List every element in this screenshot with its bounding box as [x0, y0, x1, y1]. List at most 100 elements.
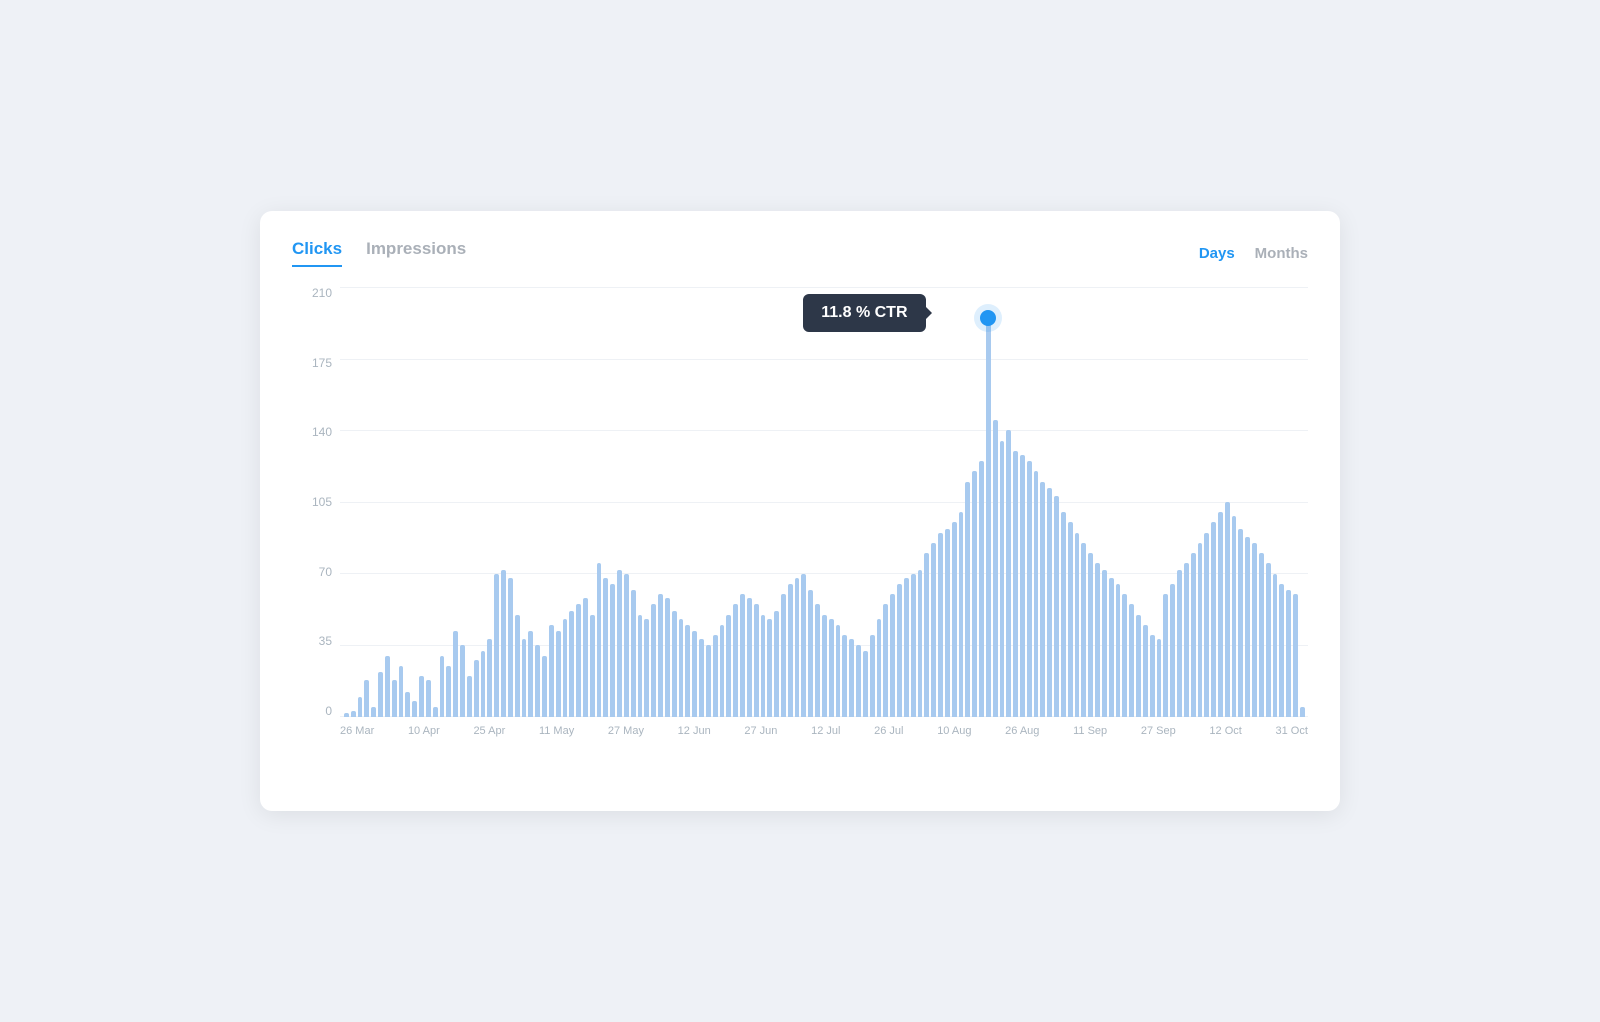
- bar[interactable]: [467, 676, 472, 717]
- bar[interactable]: [617, 570, 622, 717]
- bar[interactable]: [795, 578, 800, 717]
- bar[interactable]: [576, 604, 581, 717]
- bar[interactable]: [904, 578, 909, 717]
- bar[interactable]: [364, 680, 369, 717]
- bar[interactable]: [631, 590, 636, 717]
- bar[interactable]: [658, 594, 663, 717]
- bar[interactable]: [952, 522, 957, 717]
- bar[interactable]: [911, 574, 916, 717]
- bar[interactable]: [358, 697, 363, 717]
- bar[interactable]: [371, 707, 376, 717]
- bar[interactable]: [474, 660, 479, 717]
- bar[interactable]: [801, 574, 806, 717]
- bar[interactable]: [1218, 512, 1223, 717]
- bar[interactable]: [993, 420, 998, 717]
- bar[interactable]: [549, 625, 554, 717]
- bar[interactable]: [699, 639, 704, 717]
- bar[interactable]: [945, 529, 950, 717]
- bar[interactable]: [1252, 543, 1257, 717]
- bar[interactable]: [1006, 430, 1011, 717]
- bar[interactable]: [788, 584, 793, 717]
- bar[interactable]: [679, 619, 684, 717]
- bar[interactable]: [1068, 522, 1073, 717]
- bar[interactable]: [515, 615, 520, 717]
- bar[interactable]: [1013, 451, 1018, 717]
- bar[interactable]: [385, 656, 390, 717]
- bar[interactable]: [842, 635, 847, 717]
- bar[interactable]: [897, 584, 902, 717]
- bar[interactable]: [1286, 590, 1291, 717]
- bar[interactable]: [405, 692, 410, 717]
- bar[interactable]: [1170, 584, 1175, 717]
- bar[interactable]: [713, 635, 718, 717]
- bar[interactable]: [1184, 563, 1189, 717]
- bar[interactable]: [1177, 570, 1182, 717]
- bar[interactable]: [1300, 707, 1305, 717]
- bar[interactable]: [1198, 543, 1203, 717]
- bar[interactable]: [1266, 563, 1271, 717]
- bar[interactable]: [1081, 543, 1086, 717]
- bar[interactable]: [747, 598, 752, 717]
- bar[interactable]: [692, 631, 697, 717]
- bar[interactable]: [563, 619, 568, 717]
- bar[interactable]: [440, 656, 445, 717]
- bar[interactable]: [638, 615, 643, 717]
- bar[interactable]: [1245, 537, 1250, 717]
- bar[interactable]: [938, 533, 943, 717]
- bar[interactable]: [665, 598, 670, 717]
- bar[interactable]: [815, 604, 820, 717]
- bar[interactable]: [685, 625, 690, 717]
- bar[interactable]: [412, 701, 417, 717]
- bar[interactable]: [1204, 533, 1209, 717]
- tab-impressions[interactable]: Impressions: [366, 239, 466, 267]
- bar[interactable]: [1232, 516, 1237, 717]
- bar[interactable]: [1211, 522, 1216, 717]
- bar[interactable]: [378, 672, 383, 717]
- bar[interactable]: [556, 631, 561, 717]
- bar[interactable]: [808, 590, 813, 717]
- bar[interactable]: [931, 543, 936, 717]
- bar[interactable]: [863, 651, 868, 717]
- bar[interactable]: [754, 604, 759, 717]
- bar[interactable]: [1273, 574, 1278, 717]
- bar[interactable]: [590, 615, 595, 717]
- bar[interactable]: [610, 584, 615, 717]
- tab-months[interactable]: Months: [1255, 245, 1308, 262]
- bar[interactable]: [733, 604, 738, 717]
- bar[interactable]: [542, 656, 547, 717]
- bar[interactable]: [481, 651, 486, 717]
- bar[interactable]: [426, 680, 431, 717]
- bar[interactable]: [433, 707, 438, 717]
- bar[interactable]: [924, 553, 929, 717]
- bar[interactable]: [877, 619, 882, 717]
- bar[interactable]: [965, 482, 970, 717]
- bar[interactable]: [1088, 553, 1093, 717]
- bar[interactable]: [528, 631, 533, 717]
- bar[interactable]: [726, 615, 731, 717]
- bar[interactable]: [494, 574, 499, 717]
- bar[interactable]: [740, 594, 745, 717]
- bar[interactable]: [1040, 482, 1045, 717]
- bar[interactable]: [1075, 533, 1080, 717]
- bar[interactable]: [1000, 441, 1005, 717]
- bar[interactable]: [918, 570, 923, 717]
- bar[interactable]: [1095, 563, 1100, 717]
- bar[interactable]: [774, 611, 779, 717]
- bar[interactable]: [501, 570, 506, 717]
- bar[interactable]: [487, 639, 492, 717]
- tab-clicks[interactable]: Clicks: [292, 239, 342, 267]
- bar[interactable]: [1143, 625, 1148, 717]
- bar[interactable]: [761, 615, 766, 717]
- bar[interactable]: [597, 563, 602, 717]
- bar[interactable]: [959, 512, 964, 717]
- bar[interactable]: [1054, 496, 1059, 717]
- bar[interactable]: [651, 604, 656, 717]
- bar[interactable]: [1225, 502, 1230, 717]
- bar[interactable]: [535, 645, 540, 717]
- bar[interactable]: [986, 318, 991, 717]
- bar[interactable]: [1122, 594, 1127, 717]
- bar[interactable]: [569, 611, 574, 717]
- bar[interactable]: [781, 594, 786, 717]
- bar[interactable]: [508, 578, 513, 717]
- bar[interactable]: [1129, 604, 1134, 717]
